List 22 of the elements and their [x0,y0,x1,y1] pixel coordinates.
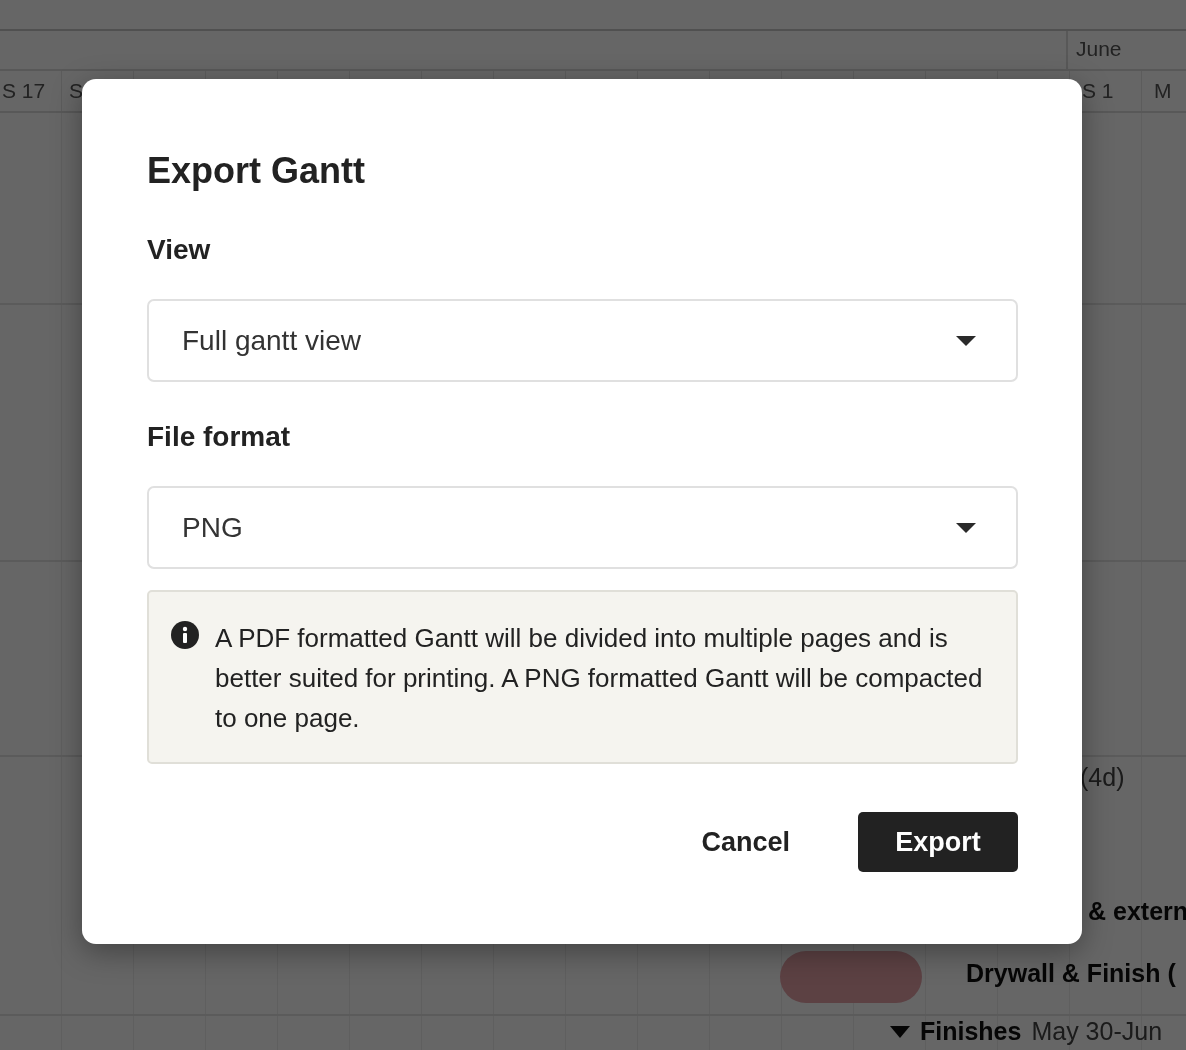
field-label: File format [147,420,292,454]
day-header: S 1 [1082,79,1114,102]
info-icon [171,621,199,649]
caret-down-icon [956,335,976,346]
dropdown[interactable]: PNG [147,486,1018,569]
day-header: M [1154,79,1172,102]
day-header: S 17 [2,79,46,102]
field-label: View [147,233,212,267]
group-label: Finishes [920,1017,1022,1046]
export-button[interactable]: Export [858,812,1018,872]
task-label: & extern [1088,897,1186,926]
caret-down-icon [956,522,976,533]
group-dates: May 30-Jun [1031,1017,1163,1046]
caret-down-icon[interactable] [890,1025,910,1038]
task-label: Drywall & Finish ( [966,959,1176,988]
day-header: S [69,79,83,102]
task-duration: (4d) [1080,763,1125,792]
info-text: A PDF formatted Gantt will be divided into multiple pages and is better suited for printing. A PNG formatted Gantt will be compacted to one page. [215,622,984,735]
dialog-title: Export Gantt [147,149,366,193]
month-header: June [1066,31,1130,69]
dropdown[interactable]: Full gantt view [147,299,1018,382]
cancel-button[interactable]: Cancel [701,812,790,872]
